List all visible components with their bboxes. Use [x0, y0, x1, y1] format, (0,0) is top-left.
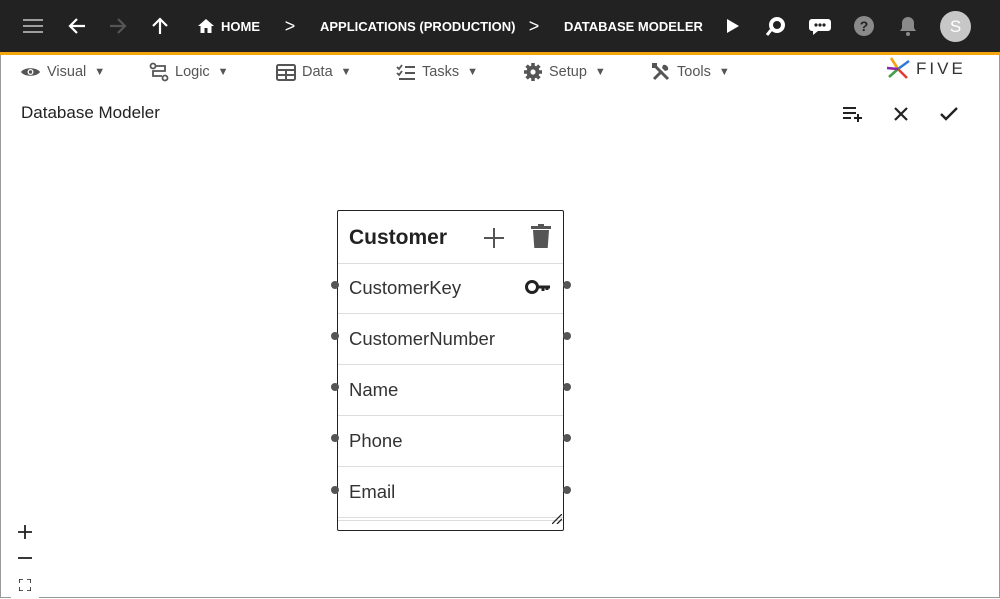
- menu-icon[interactable]: [18, 0, 48, 52]
- connector-dot-left[interactable]: [331, 486, 339, 494]
- connector-dot-left[interactable]: [331, 383, 339, 391]
- svg-text:?: ?: [860, 18, 869, 34]
- entity-field[interactable]: Phone: [338, 416, 563, 467]
- field-name: CustomerKey: [349, 277, 462, 298]
- bell-icon[interactable]: [894, 0, 922, 52]
- play-icon[interactable]: [720, 0, 746, 52]
- connector-dot-left[interactable]: [331, 434, 339, 442]
- five-logo: FIVE: [886, 57, 966, 81]
- entity-header: Customer: [338, 211, 563, 264]
- menu-bar: Visual ▼ Logic ▼ Data ▼ Tasks ▼ Setup ▼ …: [0, 55, 1000, 89]
- delete-icon[interactable]: [528, 222, 554, 250]
- connector-dot-right[interactable]: [563, 383, 571, 391]
- menu-visual[interactable]: Visual ▼: [20, 55, 105, 89]
- field-divider: [338, 520, 563, 521]
- avatar[interactable]: S: [940, 11, 971, 42]
- field-name: Phone: [349, 430, 403, 451]
- menu-label: Setup: [549, 64, 587, 80]
- home-icon: [198, 19, 214, 33]
- entity-field[interactable]: CustomerNumber: [338, 314, 563, 365]
- plus-icon: [18, 525, 32, 539]
- menu-label: Logic: [175, 64, 210, 80]
- dropdown-arrow: ▼: [718, 66, 730, 78]
- up-arrow-icon[interactable]: [145, 0, 175, 52]
- entity-title: Customer: [349, 226, 448, 249]
- eye-icon: [21, 68, 40, 76]
- checklist-icon: [396, 63, 415, 80]
- breadcrumb-separator: >: [284, 15, 296, 36]
- field-name: CustomerNumber: [349, 328, 495, 349]
- connector-dot-left[interactable]: [331, 281, 339, 289]
- dropdown-arrow: ▼: [467, 66, 478, 78]
- menu-setup[interactable]: Setup ▼: [523, 55, 606, 89]
- menu-label: Tools: [677, 64, 711, 80]
- table-icon: [276, 63, 296, 81]
- connector-dot-right[interactable]: [563, 281, 571, 289]
- menu-label: Data: [302, 64, 333, 80]
- chat-bot-icon[interactable]: [806, 0, 834, 52]
- back-arrow-icon[interactable]: [62, 0, 92, 52]
- breadcrumb-label: HOME: [221, 18, 260, 34]
- connector-dot-right[interactable]: [563, 486, 571, 494]
- breadcrumb-database-modeler[interactable]: DATABASE MODELER: [564, 0, 703, 52]
- field-name: Email: [349, 481, 396, 502]
- entity-field[interactable]: CustomerKey: [338, 263, 563, 314]
- fit-screen-icon: [19, 579, 31, 591]
- tools-icon: [652, 63, 670, 81]
- menu-logic[interactable]: Logic ▼: [149, 55, 229, 89]
- add-field-icon[interactable]: [481, 225, 507, 251]
- breadcrumb-separator: >: [528, 15, 540, 36]
- top-bar: HOME > APPLICATIONS (PRODUCTION) > DATAB…: [0, 0, 1000, 52]
- minus-icon: [18, 557, 32, 559]
- search-chat-icon[interactable]: [762, 0, 790, 52]
- connector-dot-right[interactable]: [563, 332, 571, 340]
- entity-field[interactable]: Name: [338, 365, 563, 416]
- menu-tools[interactable]: Tools ▼: [651, 55, 730, 89]
- five-logo-mark: [886, 57, 910, 79]
- close-icon[interactable]: [887, 100, 915, 128]
- key-icon: [525, 279, 551, 300]
- entity-field[interactable]: Email: [338, 467, 563, 518]
- fit-view-button[interactable]: [11, 572, 39, 598]
- dropdown-arrow: ▼: [217, 66, 229, 78]
- menu-tasks[interactable]: Tasks ▼: [396, 55, 478, 89]
- menu-label: Visual: [47, 64, 87, 80]
- connector-dot-right[interactable]: [563, 434, 571, 442]
- menu-label: Tasks: [422, 64, 460, 80]
- breadcrumb-label: DATABASE MODELER: [564, 18, 703, 34]
- forward-arrow-icon[interactable]: [103, 0, 133, 52]
- dropdown-arrow: ▼: [340, 66, 352, 78]
- zoom-in-button[interactable]: [11, 519, 39, 545]
- breadcrumb-applications[interactable]: APPLICATIONS (PRODUCTION): [320, 0, 515, 52]
- help-icon[interactable]: ?: [850, 0, 878, 52]
- gear-icon: [524, 63, 542, 81]
- logic-flow-icon: [149, 62, 169, 82]
- field-name: Name: [349, 379, 399, 400]
- connector-dot-left[interactable]: [331, 332, 339, 340]
- menu-data[interactable]: Data ▼: [276, 55, 352, 89]
- check-icon[interactable]: [935, 100, 963, 128]
- logo-text: FIVE: [916, 59, 966, 78]
- dropdown-arrow: ▼: [94, 66, 106, 78]
- add-to-list-icon[interactable]: [839, 100, 867, 128]
- resize-handle-icon[interactable]: [551, 511, 563, 529]
- page-title: Database Modeler: [21, 103, 160, 122]
- breadcrumb-home[interactable]: HOME: [197, 0, 265, 52]
- zoom-out-button[interactable]: [11, 545, 39, 571]
- entity-card[interactable]: Customer CustomerKey CustomerNumber Name…: [337, 210, 564, 531]
- breadcrumb-label: APPLICATIONS (PRODUCTION): [320, 18, 516, 34]
- dropdown-arrow: ▼: [594, 66, 606, 78]
